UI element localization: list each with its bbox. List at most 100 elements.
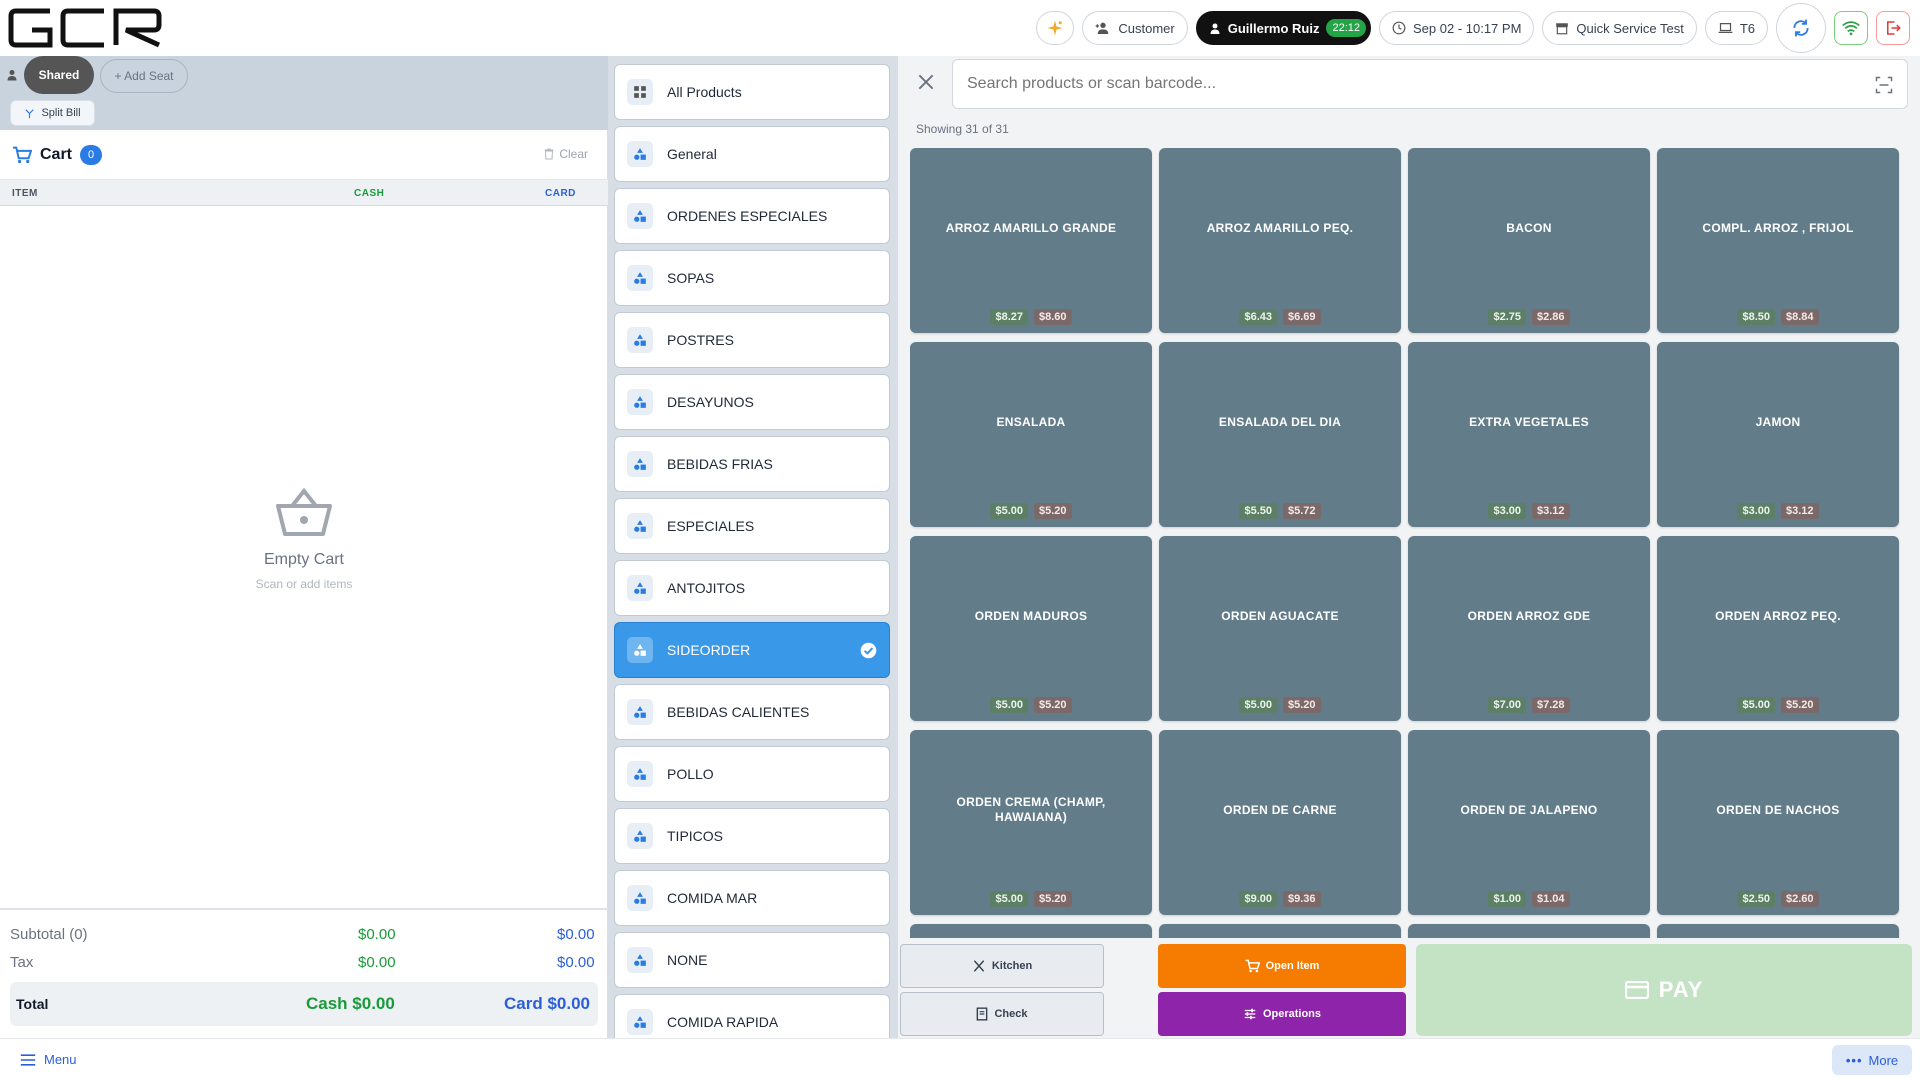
user-timer-badge: 22:12 [1326, 19, 1366, 37]
product-card-price: $5.20 [1034, 697, 1072, 713]
category-item[interactable]: All Products [614, 64, 890, 120]
ai-assistant-button[interactable] [1036, 11, 1075, 45]
shapes-icon [627, 575, 653, 601]
shapes-icon [627, 947, 653, 973]
check-label: Check [994, 1008, 1028, 1020]
product-tile[interactable]: BACON $2.75 $2.86 [1408, 148, 1650, 333]
sync-button[interactable] [1776, 3, 1826, 53]
product-prices: $5.00 $5.20 [910, 503, 1152, 519]
cart-icon [13, 146, 32, 163]
sparkle-icon [1047, 20, 1063, 36]
category-item[interactable]: ORDENES ESPECIALES [614, 188, 890, 244]
more-button[interactable]: ••• More [1832, 1045, 1912, 1075]
product-prices: $5.00 $5.20 [910, 891, 1152, 907]
product-tile[interactable]: ORDEN CREMA (CHAMP, HAWAIANA) $5.00 $5.20 [910, 730, 1152, 915]
shapes-icon [627, 885, 653, 911]
hamburger-icon [20, 1053, 36, 1066]
product-card-price: $5.20 [1034, 891, 1072, 907]
product-tile[interactable]: ORDEN ARROZ PEQ. $5.00 $5.20 [1657, 536, 1899, 721]
category-item[interactable]: ESPECIALES [614, 498, 890, 554]
category-item[interactable]: COMIDA RAPIDA [614, 994, 890, 1038]
datetime-button[interactable]: Sep 02 - 10:17 PM [1379, 11, 1535, 45]
product-cash-price: $9.00 [1239, 891, 1277, 907]
category-item[interactable]: ANTOJITOS [614, 560, 890, 616]
product-card-price: $5.20 [1283, 697, 1321, 713]
product-card-price: $2.86 [1532, 309, 1570, 325]
product-tile[interactable]: ORDEN DE CARNE $9.00 $9.36 [1159, 730, 1401, 915]
laptop-icon [1718, 23, 1733, 33]
product-name: ENSALADA [996, 414, 1066, 429]
dots-icon: ••• [1845, 1052, 1863, 1068]
wifi-icon [1842, 21, 1860, 36]
category-item[interactable]: General [614, 126, 890, 182]
seat-person-icon [7, 70, 17, 81]
category-item[interactable]: DESAYUNOS [614, 374, 890, 430]
product-name: ENSALADA DEL DIA [1218, 414, 1342, 429]
product-tile[interactable]: JAMON $3.00 $3.12 [1657, 342, 1899, 527]
category-item[interactable]: SIDEORDER [614, 622, 890, 678]
category-item[interactable]: POLLO [614, 746, 890, 802]
shapes-icon [627, 389, 653, 415]
close-icon[interactable] [916, 72, 936, 92]
product-name: ORDEN AGUACATE [1221, 608, 1339, 623]
clear-cart-button[interactable]: Clear [544, 147, 588, 161]
product-tile[interactable]: ORDEN AGUACATE $5.00 $5.20 [1159, 536, 1401, 721]
category-item[interactable]: TIPICOS [614, 808, 890, 864]
product-name: ARROZ AMARILLO PEQ. [1206, 220, 1354, 235]
logout-icon [1887, 21, 1901, 35]
product-card-price: $1.04 [1532, 891, 1570, 907]
product-tile[interactable]: EXTRA VEGETALES $3.00 $3.12 [1408, 342, 1650, 527]
total-cash: Cash $0.00 [306, 994, 395, 1013]
category-item[interactable]: NONE [614, 932, 890, 988]
product-tile[interactable]: ARROZ AMARILLO PEQ. $6.43 $6.69 [1159, 148, 1401, 333]
menu-label: Menu [44, 1052, 77, 1067]
add-person-icon [1096, 22, 1109, 34]
product-prices: $3.00 $3.12 [1408, 503, 1650, 519]
search-input[interactable] [953, 60, 1833, 108]
product-tile[interactable]: ARROZ AMARILLO GRANDE $8.27 $8.60 [910, 148, 1152, 333]
product-cash-price: $5.00 [990, 697, 1028, 713]
category-item[interactable]: BEBIDAS FRIAS [614, 436, 890, 492]
product-tile[interactable]: ORDEN MADUROS $5.00 $5.20 [910, 536, 1152, 721]
split-bill-button[interactable]: Split Bill [10, 100, 95, 126]
check-button[interactable]: Check [900, 992, 1104, 1036]
product-tile[interactable]: ORDEN ARROZ GDE $7.00 $7.28 [1408, 536, 1650, 721]
product-prices: $5.50 $5.72 [1159, 503, 1401, 519]
totals-section: Subtotal (0) $0.00 $0.00 Tax $0.00 $0.00 [0, 908, 608, 976]
menu-button[interactable]: Menu [20, 1052, 77, 1067]
header: Customer Guillermo Ruiz 22:12 Sep 02 - 1… [0, 0, 1920, 56]
product-tile[interactable]: ORDEN DE JALAPENO $1.00 $1.04 [1408, 730, 1650, 915]
cart-column-header: ITEM CASH CARD [0, 180, 608, 206]
subtotal-cash: $0.00 [358, 926, 396, 943]
total-card: Card $0.00 [504, 994, 590, 1013]
add-seat-button[interactable]: + Add Seat [100, 59, 188, 93]
category-label: BEBIDAS FRIAS [667, 456, 773, 472]
category-label: POLLO [667, 766, 714, 782]
terminal-button[interactable]: T6 [1704, 11, 1768, 45]
product-tile[interactable]: ENSALADA DEL DIA $5.50 $5.72 [1159, 342, 1401, 527]
product-tile[interactable]: COMPL. ARROZ , FRIJOL $8.50 $8.84 [1657, 148, 1899, 333]
logout-button[interactable] [1876, 11, 1910, 45]
category-item[interactable]: SOPAS [614, 250, 890, 306]
wifi-button[interactable] [1834, 11, 1868, 45]
customer-button[interactable]: Customer [1082, 11, 1188, 45]
category-item[interactable]: BEBIDAS CALIENTES [614, 684, 890, 740]
product-cash-price: $2.50 [1737, 891, 1775, 907]
split-icon [25, 108, 35, 118]
operations-button[interactable]: Operations [1158, 992, 1406, 1036]
product-card-price: $3.12 [1781, 503, 1819, 519]
service-mode-button[interactable]: Quick Service Test [1542, 11, 1697, 45]
category-item[interactable]: POSTRES [614, 312, 890, 368]
product-tile[interactable]: ORDEN DE NACHOS $2.50 $2.60 [1657, 730, 1899, 915]
open-item-button[interactable]: Open Item [1158, 944, 1406, 988]
product-card-price: $6.69 [1283, 309, 1321, 325]
product-tile[interactable]: ENSALADA $5.00 $5.20 [910, 342, 1152, 527]
seat-shared-button[interactable]: Shared [24, 56, 94, 94]
user-button[interactable]: Guillermo Ruiz 22:12 [1195, 11, 1371, 45]
kitchen-button[interactable]: Kitchen [900, 944, 1104, 988]
product-cash-price: $2.75 [1488, 309, 1526, 325]
category-item[interactable]: COMIDA MAR [614, 870, 890, 926]
product-name: ORDEN ARROZ GDE [1467, 608, 1591, 623]
barcode-scan-icon[interactable] [1875, 76, 1893, 94]
pay-button[interactable]: PAY [1416, 944, 1912, 1036]
